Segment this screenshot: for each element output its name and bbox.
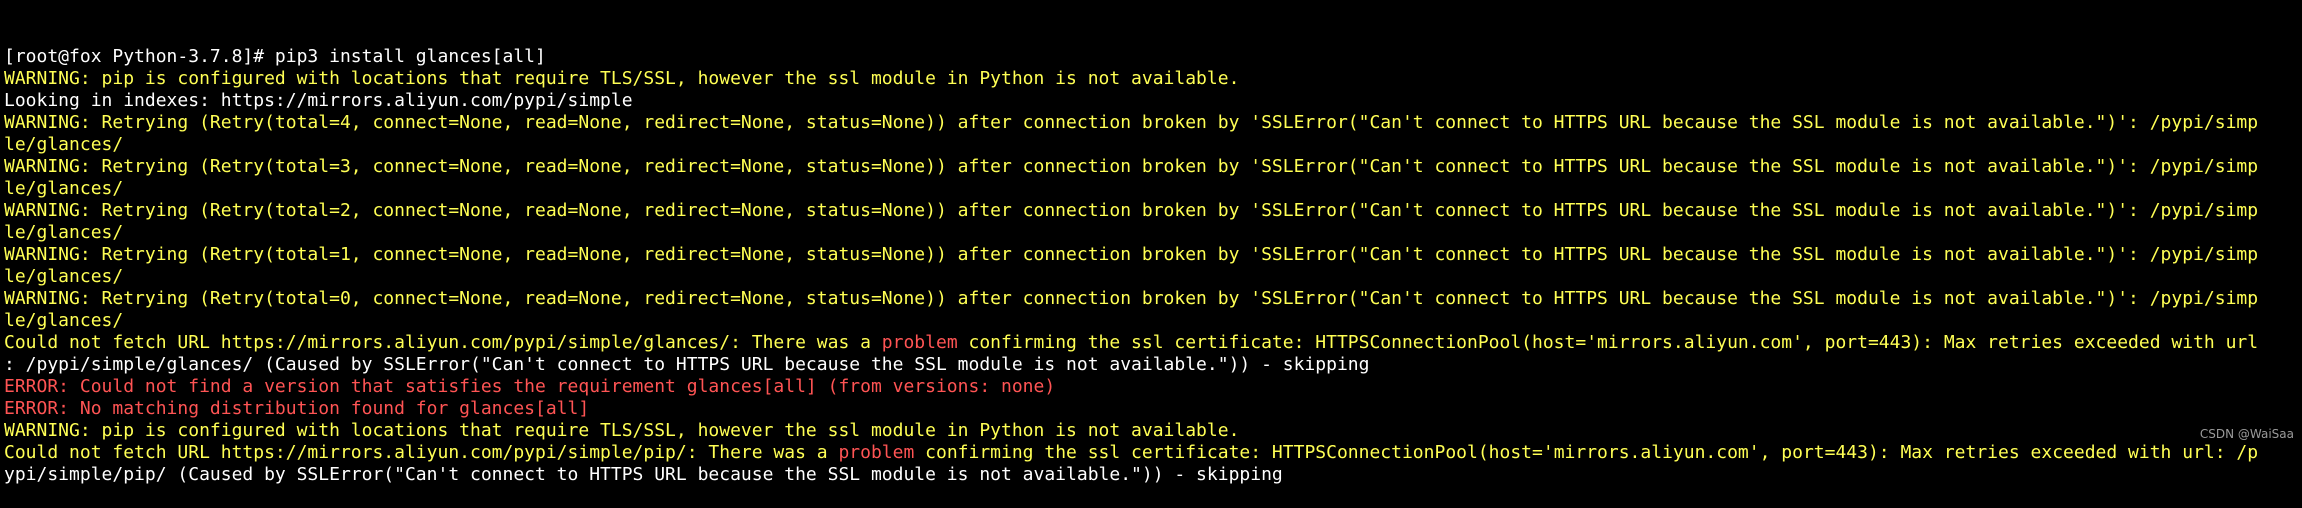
terminal-line: WARNING: Retrying (Retry(total=1, connec…	[4, 244, 2302, 266]
terminal-line: le/glances/	[4, 266, 2302, 288]
terminal-line: WARNING: Retrying (Retry(total=2, connec…	[4, 200, 2302, 222]
terminal-text-segment: Looking in indexes: https://mirrors.aliy…	[4, 90, 633, 111]
terminal-text-segment: ypi/simple/pip/ (Caused by SSLError("Can…	[4, 464, 1283, 485]
terminal-line: WARNING: Retrying (Retry(total=0, connec…	[4, 288, 2302, 310]
terminal-line: : /pypi/simple/glances/ (Caused by SSLEr…	[4, 354, 2302, 376]
terminal-text-segment: Could not fetch URL https://mirrors.aliy…	[4, 442, 839, 463]
terminal-text-segment: [root@fox Python-3.7.8]# pip3 install gl…	[4, 46, 546, 67]
terminal-line: Could not fetch URL https://mirrors.aliy…	[4, 442, 2302, 464]
terminal-line: Could not fetch URL https://mirrors.aliy…	[4, 332, 2302, 354]
terminal-text-segment: le/glances/	[4, 222, 124, 243]
terminal-line: le/glances/	[4, 310, 2302, 332]
terminal-line: WARNING: Retrying (Retry(total=4, connec…	[4, 112, 2302, 134]
terminal-text-segment: problem	[881, 332, 958, 353]
terminal-text-segment: WARNING: Retrying (Retry(total=0, connec…	[4, 288, 2259, 309]
terminal-line: WARNING: pip is configured with location…	[4, 420, 2302, 442]
terminal-output: [root@fox Python-3.7.8]# pip3 install gl…	[4, 46, 2302, 486]
terminal-text-segment: le/glances/	[4, 310, 124, 331]
terminal-window[interactable]: [root@fox Python-3.7.8]# pip3 install gl…	[0, 0, 2302, 485]
terminal-text-segment: WARNING: Retrying (Retry(total=2, connec…	[4, 200, 2259, 221]
terminal-text-segment: WARNING: pip is configured with location…	[4, 420, 1240, 441]
terminal-text-segment: le/glances/	[4, 178, 124, 199]
terminal-line: ERROR: Could not find a version that sat…	[4, 376, 2302, 398]
terminal-text-segment: problem	[838, 442, 915, 463]
terminal-text-segment: WARNING: Retrying (Retry(total=1, connec…	[4, 244, 2259, 265]
terminal-text-segment: ERROR: No matching distribution found fo…	[4, 398, 590, 419]
terminal-line: ypi/simple/pip/ (Caused by SSLError("Can…	[4, 464, 2302, 486]
terminal-text-segment: le/glances/	[4, 266, 124, 287]
terminal-line: WARNING: pip is configured with location…	[4, 68, 2302, 90]
terminal-line: Looking in indexes: https://mirrors.aliy…	[4, 90, 2302, 112]
terminal-text-segment: WARNING: pip is configured with location…	[4, 68, 1240, 89]
terminal-text-segment: ERROR: Could not find a version that sat…	[4, 376, 1056, 397]
terminal-text-segment: WARNING: Retrying (Retry(total=4, connec…	[4, 112, 2259, 133]
terminal-line: le/glances/	[4, 222, 2302, 244]
terminal-text-segment: confirming the ssl certificate: HTTPSCon…	[914, 442, 2259, 463]
terminal-text-segment: WARNING: Retrying (Retry(total=3, connec…	[4, 156, 2259, 177]
terminal-line: le/glances/	[4, 178, 2302, 200]
watermark-text: CSDN @WaiSaa	[2199, 427, 2294, 441]
terminal-line: le/glances/	[4, 134, 2302, 156]
terminal-line: [root@fox Python-3.7.8]# pip3 install gl…	[4, 46, 2302, 68]
terminal-line: WARNING: Retrying (Retry(total=3, connec…	[4, 156, 2302, 178]
terminal-line: ERROR: No matching distribution found fo…	[4, 398, 2302, 420]
terminal-text-segment: le/glances/	[4, 134, 124, 155]
terminal-text-segment: Could not fetch URL https://mirrors.aliy…	[4, 332, 882, 353]
terminal-text-segment: confirming the ssl certificate: HTTPSCon…	[957, 332, 2259, 353]
terminal-text-segment: : /pypi/simple/glances/ (Caused by SSLEr…	[4, 354, 1370, 375]
